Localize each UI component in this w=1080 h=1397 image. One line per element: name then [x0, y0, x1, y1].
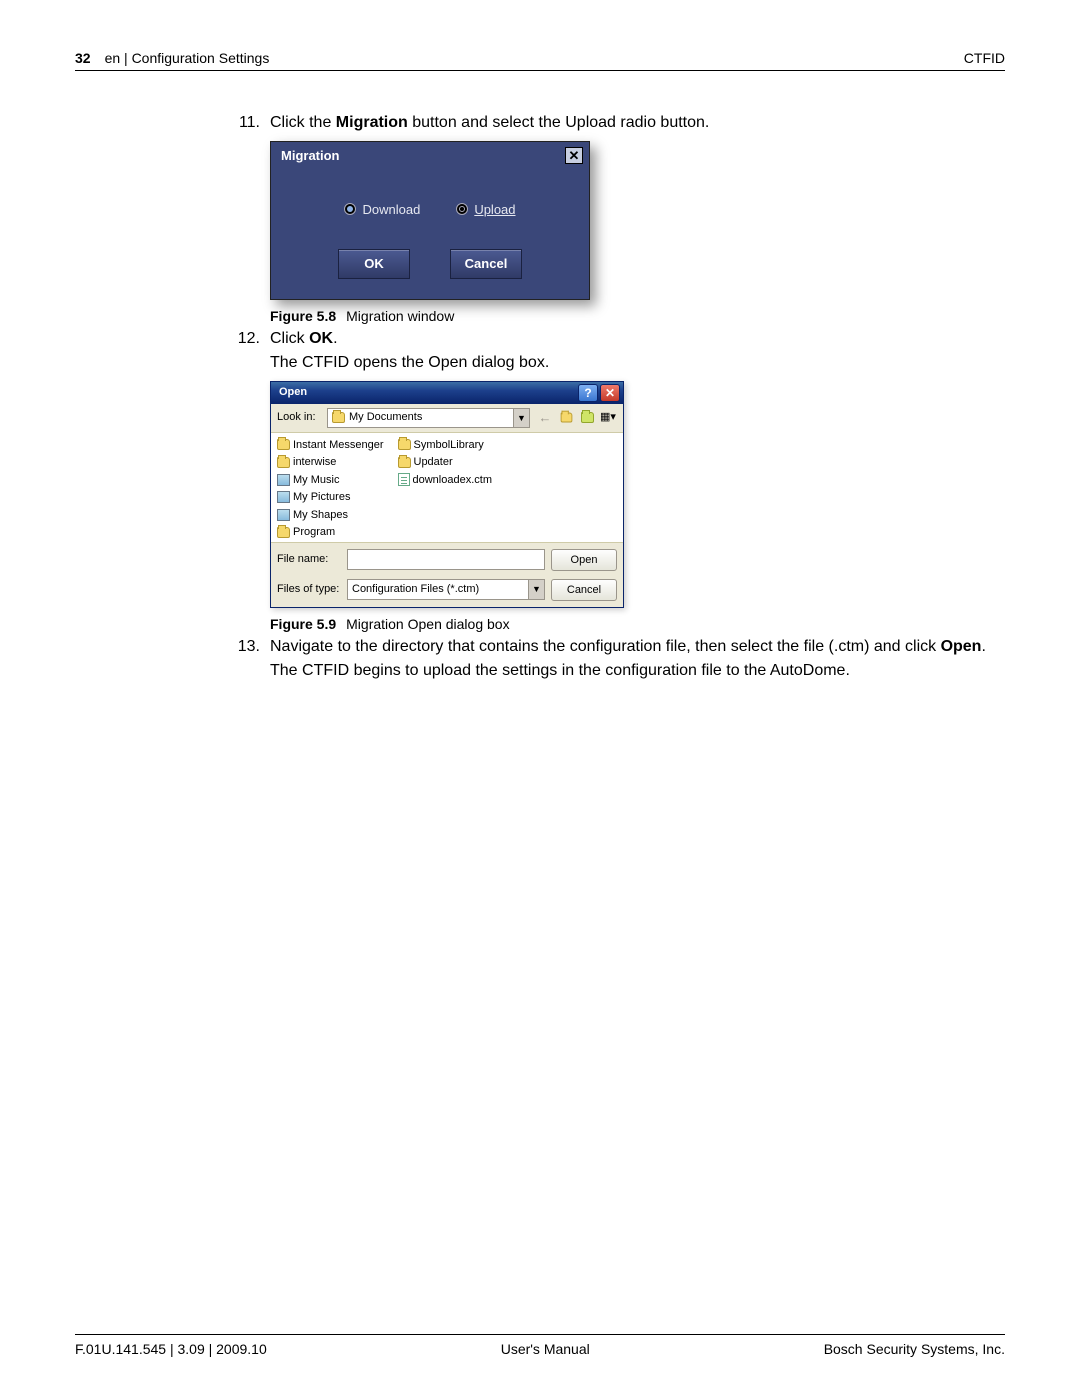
list-item[interactable]: Program: [277, 524, 384, 541]
view-menu-icon[interactable]: ▦▾: [599, 409, 617, 427]
step-11-text-pre: Click the: [270, 114, 336, 131]
step-12-number: 12.: [230, 327, 260, 375]
lookin-label: Look in:: [277, 409, 321, 426]
open-button[interactable]: Open: [551, 549, 617, 571]
open-close-button[interactable]: ✕: [600, 384, 620, 402]
list-item[interactable]: Instant Messenger: [277, 437, 384, 454]
footer-right: Bosch Security Systems, Inc.: [824, 1341, 1005, 1357]
file-list[interactable]: Instant Messenger interwise My Music My …: [271, 433, 623, 543]
folder-icon: [332, 412, 345, 423]
filetype-label: Files of type:: [277, 581, 341, 598]
header-section: en | Configuration Settings: [105, 50, 270, 66]
fig59-label: Figure 5.9: [270, 616, 336, 632]
chevron-down-icon: ▼: [513, 409, 529, 427]
folder-icon: [277, 527, 290, 538]
folder-icon: [398, 439, 411, 450]
footer-left: F.01U.141.545 | 3.09 | 2009.10: [75, 1341, 267, 1357]
step-13-number: 13.: [230, 635, 260, 683]
footer-center: User's Manual: [501, 1341, 590, 1357]
list-item[interactable]: My Music: [277, 472, 384, 489]
lookin-value: My Documents: [349, 409, 422, 426]
fig58-label: Figure 5.8: [270, 308, 336, 324]
folder-icon: [277, 439, 290, 450]
up-one-level-icon[interactable]: [557, 409, 575, 427]
chevron-down-icon: ▼: [528, 580, 544, 599]
radio-dot-unchecked-icon: [456, 203, 468, 215]
upload-radio-label: Upload: [474, 200, 515, 220]
step-11: 11. Click the Migration button and selec…: [230, 111, 1005, 135]
download-radio[interactable]: Download: [344, 200, 420, 220]
migration-dialog: Migration ✕ Download Upload OK Cancel: [270, 141, 590, 300]
music-folder-icon: [277, 474, 290, 486]
header-product: CTFID: [964, 50, 1005, 66]
list-item[interactable]: Updater: [398, 454, 493, 471]
list-item[interactable]: downloadex.ctm: [398, 472, 493, 489]
new-folder-icon[interactable]: [578, 409, 596, 427]
open-dialog-title: Open: [279, 384, 307, 401]
step-12: 12. Click OK. The CTFID opens the Open d…: [230, 327, 1005, 375]
filetype-value: Configuration Files (*.ctm): [352, 581, 479, 598]
migration-ok-button[interactable]: OK: [338, 249, 410, 279]
fig58-caption: Migration window: [346, 308, 454, 324]
step-11-text-post: button and select the Upload radio butto…: [408, 114, 710, 131]
step-13-line1-pre: Navigate to the directory that contains …: [270, 638, 941, 655]
list-item[interactable]: SymbolLibrary: [398, 437, 493, 454]
open-help-button[interactable]: ?: [578, 384, 598, 402]
folder-icon: [398, 457, 411, 468]
filename-label: File name:: [277, 551, 341, 568]
list-item[interactable]: My Pictures: [277, 489, 384, 506]
pictures-folder-icon: [277, 491, 290, 503]
header-rule: [75, 70, 1005, 71]
ctm-file-icon: [398, 473, 410, 486]
open-dialog: Open ? ✕ Look in: My Documents ▼: [270, 381, 624, 608]
download-radio-label: Download: [362, 200, 420, 220]
shapes-folder-icon: [277, 509, 290, 521]
migration-cancel-button[interactable]: Cancel: [450, 249, 522, 279]
step-12-line1-pre: Click: [270, 330, 309, 347]
step-13-line2: The CTFID begins to upload the settings …: [270, 659, 1005, 683]
filename-input[interactable]: [347, 549, 545, 570]
upload-radio[interactable]: Upload: [456, 200, 515, 220]
lookin-dropdown[interactable]: My Documents ▼: [327, 408, 530, 428]
back-icon[interactable]: ←: [536, 409, 554, 427]
step-13-line1-post: .: [981, 638, 985, 655]
list-item[interactable]: My Shapes: [277, 507, 384, 524]
cancel-button[interactable]: Cancel: [551, 579, 617, 601]
folder-icon: [277, 457, 290, 468]
filetype-dropdown[interactable]: Configuration Files (*.ctm) ▼: [347, 579, 545, 600]
list-item[interactable]: interwise: [277, 454, 384, 471]
page-number: 32: [75, 50, 91, 66]
fig59-caption: Migration Open dialog box: [346, 616, 509, 632]
radio-dot-checked-icon: [344, 203, 356, 215]
page-footer: F.01U.141.545 | 3.09 | 2009.10 User's Ma…: [75, 1334, 1005, 1357]
step-11-text-bold: Migration: [336, 114, 408, 131]
step-13-line1-bold: Open: [941, 638, 982, 655]
step-12-line2: The CTFID opens the Open dialog box.: [270, 351, 1005, 375]
step-12-line1-post: .: [333, 330, 337, 347]
step-13: 13. Navigate to the directory that conta…: [230, 635, 1005, 683]
step-11-number: 11.: [230, 111, 260, 135]
step-12-line1-bold: OK: [309, 330, 333, 347]
migration-title: Migration: [281, 146, 340, 166]
migration-close-button[interactable]: ✕: [565, 147, 583, 164]
